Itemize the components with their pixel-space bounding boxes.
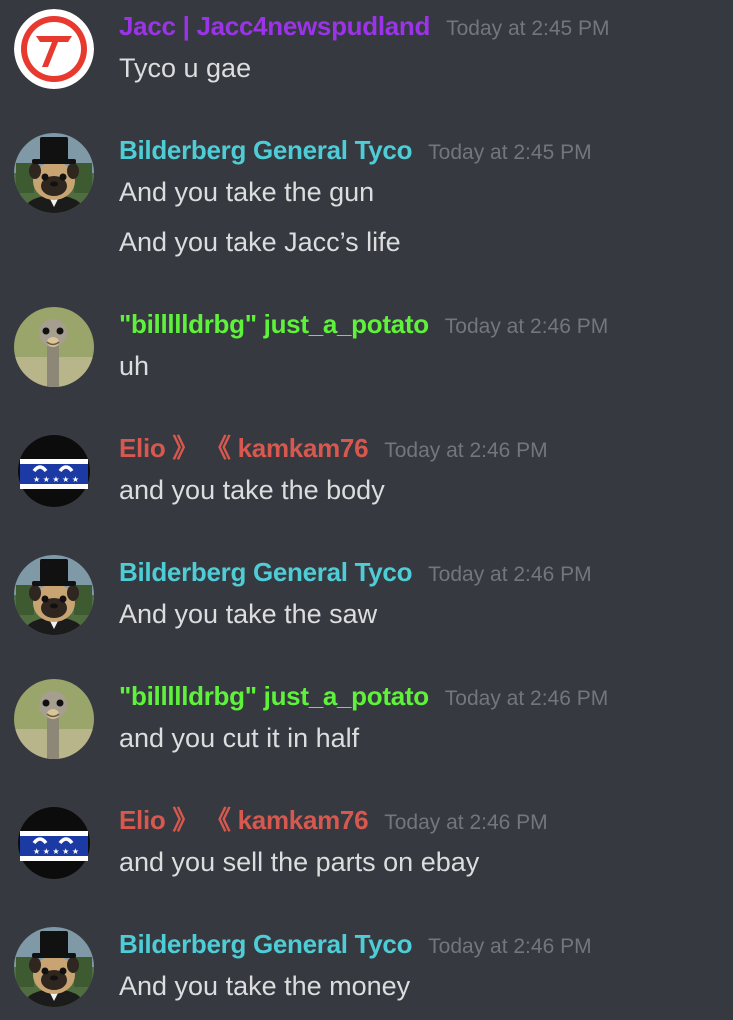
user-avatar[interactable]: ★ ★ ★ ★ ★ [14,431,94,511]
message-header: "billllldrbg" just_a_potato Today at 2:46… [119,307,608,341]
message-header: Elio 》 《 kamkam76 Today at 2:46 PM [119,431,548,465]
message-text: and you take the body [119,475,385,505]
message-group: Bilderberg General Tyco Today at 2:46 PM A… [0,555,733,647]
pug-top-hat-icon [14,927,94,1007]
message-header: Jacc | Jacc4newspudland Today at 2:45 PM [119,9,610,43]
timestamp: Today at 2:46 PM [444,315,609,338]
timestamp: Today at 2:46 PM [444,687,609,710]
timestamp: Today at 2:46 PM [428,935,592,958]
blue-ball-face-icon: ★ ★ ★ ★ ★ [14,431,94,511]
message-text: and you cut it in half [119,723,360,753]
message-group: "billllldrbg" just_a_potato Today at 2:46… [0,679,733,771]
username[interactable]: "billllldrbg" just_a_potato [119,681,429,711]
username[interactable]: Bilderberg General Tyco [119,135,412,165]
timestamp: Today at 2:46 PM [428,563,592,586]
message-text: And you take Jacc’s life [119,227,401,257]
message-text: Tyco u gae [119,53,252,83]
username[interactable]: Elio 》 《 kamkam76 [119,805,369,835]
message-text: and you sell the parts on ebay [119,847,480,877]
message-header: Bilderberg General Tyco Today at 2:45 PM [119,133,592,167]
ostrich-icon [14,679,94,759]
svg-text:★ ★ ★ ★ ★: ★ ★ ★ ★ ★ [33,475,79,484]
red-v-logo-icon [14,9,94,89]
user-avatar[interactable] [14,927,94,1007]
message-group: Jacc | Jacc4newspudland Today at 2:45 PM T… [0,9,733,101]
username[interactable]: Bilderberg General Tyco [119,557,412,587]
timestamp: Today at 2:45 PM [446,17,610,40]
message-group: Bilderberg General Tyco Today at 2:46 PM A… [0,927,733,1019]
pug-top-hat-icon [14,133,94,213]
user-avatar[interactable] [14,679,94,759]
message-header: "billllldrbg" just_a_potato Today at 2:46… [119,679,608,713]
message-header: Bilderberg General Tyco Today at 2:46 PM [119,927,592,961]
svg-text:★ ★ ★ ★ ★: ★ ★ ★ ★ ★ [33,847,79,856]
message-text: And you take the saw [119,599,378,629]
user-avatar[interactable]: ★ ★ ★ ★ ★ [14,803,94,883]
timestamp: Today at 2:45 PM [428,141,592,164]
user-avatar[interactable] [14,133,94,213]
username[interactable]: Jacc | Jacc4newspudland [119,11,430,41]
timestamp: Today at 2:46 PM [384,811,548,834]
user-avatar[interactable] [14,555,94,635]
message-text: And you take the gun [119,177,375,207]
username[interactable]: "billllldrbg" just_a_potato [119,309,429,339]
blue-ball-face-icon: ★ ★ ★ ★ ★ [14,803,94,883]
timestamp: Today at 2:46 PM [384,439,548,462]
user-avatar[interactable] [14,307,94,387]
message-group: Bilderberg General Tyco Today at 2:45 PM A… [0,133,733,275]
pug-top-hat-icon [14,555,94,635]
message-header: Bilderberg General Tyco Today at 2:46 PM [119,555,592,589]
username[interactable]: Bilderberg General Tyco [119,929,412,959]
message-group: ★ ★ ★ ★ ★ Elio 》 《 kamkam76 Today at 2:46… [0,431,733,523]
username[interactable]: Elio 》 《 kamkam76 [119,433,369,463]
message-header: Elio 》 《 kamkam76 Today at 2:46 PM [119,803,548,837]
message-group: "billllldrbg" just_a_potato Today at 2:46… [0,307,733,399]
message-group: ★ ★ ★ ★ ★ Elio 》 《 kamkam76 Today at 2:46… [0,803,733,895]
ostrich-icon [14,307,94,387]
message-text: And you take the money [119,971,411,1001]
user-avatar[interactable] [14,9,94,89]
message-text: uh [119,351,150,381]
chat-message-list: Jacc | Jacc4newspudland Today at 2:45 PM T… [0,0,733,1020]
